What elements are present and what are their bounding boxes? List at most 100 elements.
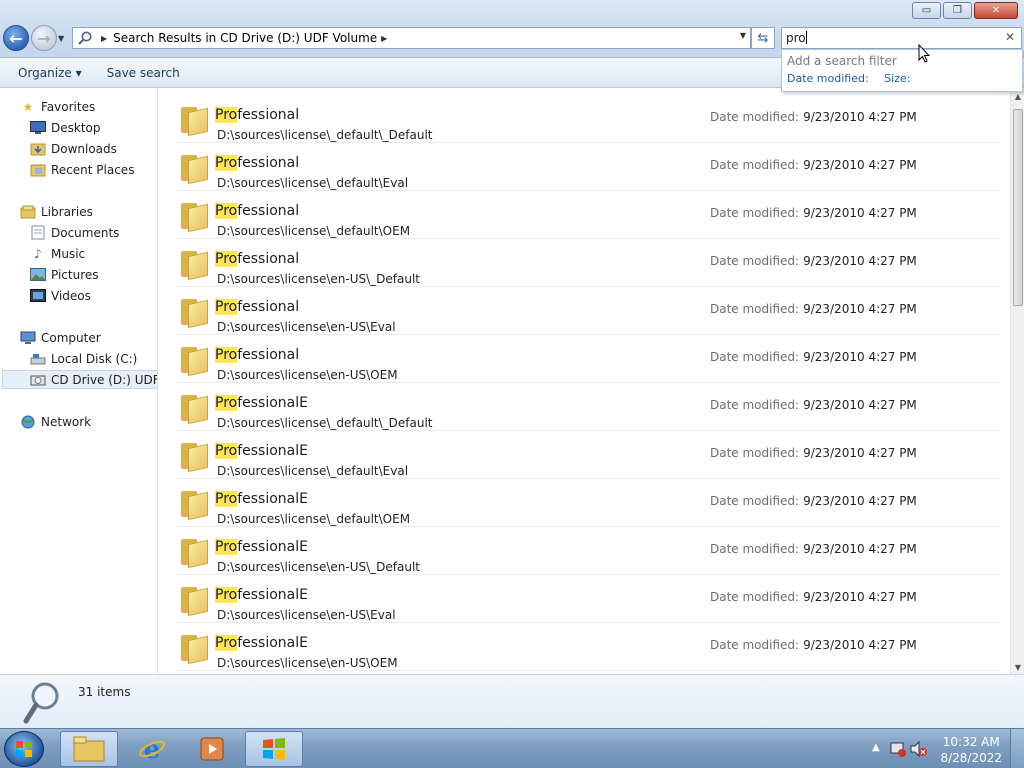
clear-search-icon[interactable]: ✕ [1005, 30, 1015, 44]
date-label: Date modified: [710, 446, 800, 460]
show-desktop-button[interactable] [1010, 729, 1024, 768]
documents-icon [30, 225, 46, 240]
result-name[interactable]: ProfessionalE [215, 587, 308, 603]
result-name[interactable]: Professional [215, 299, 299, 315]
result-name[interactable]: Professional [215, 347, 299, 363]
show-hidden-icons-icon[interactable]: ▲ [872, 742, 880, 753]
recent-pages-dropdown[interactable]: ▼ [58, 34, 64, 43]
match-highlight: Pro [215, 155, 238, 171]
match-highlight: Pro [215, 395, 238, 411]
nav-recent-places[interactable]: Recent Places [30, 160, 134, 179]
forward-button[interactable]: → [31, 25, 57, 51]
nav-desktop[interactable]: Desktop [30, 118, 101, 137]
folder-icon [179, 633, 209, 665]
nav-network[interactable]: Network [20, 412, 91, 431]
nav-pictures[interactable]: Pictures [30, 265, 99, 284]
name-remainder: fessionalE [237, 539, 308, 555]
close-button[interactable]: ✕ [974, 2, 1018, 19]
result-row[interactable]: ProfessionalE D:\sources\license\_default… [177, 431, 999, 479]
nav-local-disk-c[interactable]: Local Disk (C:) [30, 349, 137, 368]
taskbar-media-player[interactable] [183, 731, 241, 767]
nav-videos[interactable]: Videos [30, 286, 91, 305]
nav-cd-drive-d[interactable]: CD Drive (D:) UDF Volume [2, 370, 157, 389]
result-name[interactable]: Professional [215, 251, 299, 267]
restore-button[interactable]: ❐ [943, 2, 972, 19]
explorer-folder-icon [73, 736, 105, 762]
pictures-icon [30, 268, 46, 282]
result-row[interactable]: ProfessionalE D:\sources\license\en-US\Ev… [177, 575, 999, 623]
recent-places-icon [30, 163, 46, 177]
taskbar-explorer[interactable] [60, 731, 118, 767]
result-path: D:\sources\license\en-US\OEM [217, 368, 398, 382]
results-scrollbar[interactable]: ▲ ▼ [1010, 89, 1024, 674]
result-path: D:\sources\license\en-US\_Default [217, 272, 421, 286]
search-filter-list: Date modified: Size: [787, 72, 1017, 85]
nav-label: Favorites [41, 99, 96, 114]
system-clock[interactable]: 10:32 AM 8/28/2022 [940, 734, 1002, 766]
taskbar-windows-app[interactable] [245, 731, 303, 767]
filter-date-modified[interactable]: Date modified: [787, 72, 869, 85]
result-row[interactable]: Professional D:\sources\license\en-US\_De… [177, 239, 999, 287]
save-search-button[interactable]: Save search [107, 66, 180, 80]
minimize-button[interactable]: ▭ [912, 2, 941, 19]
nav-favorites[interactable]: ★ Favorites [20, 97, 96, 116]
name-remainder: fessionalE [237, 395, 308, 411]
result-row[interactable]: ProfessionalE D:\sources\license\_default… [177, 383, 999, 431]
back-button[interactable]: ← [3, 25, 29, 51]
date-value: 9/23/2010 4:27 PM [803, 350, 917, 364]
result-row[interactable]: Professional D:\sources\license\en-US\OEM… [177, 335, 999, 383]
network-icon [20, 415, 36, 429]
result-row[interactable]: Professional D:\sources\license\_default\… [177, 143, 999, 191]
result-row[interactable]: Professional D:\sources\license\en-US\Eva… [177, 287, 999, 335]
result-name[interactable]: Professional [215, 107, 299, 123]
result-row[interactable]: Professional D:\sources\license\_default\… [177, 191, 999, 239]
result-name[interactable]: ProfessionalE [215, 539, 308, 555]
date-value: 9/23/2010 4:27 PM [803, 110, 917, 124]
result-name[interactable]: ProfessionalE [215, 635, 308, 651]
scroll-down-icon[interactable]: ▼ [1011, 660, 1024, 674]
result-name[interactable]: Professional [215, 203, 299, 219]
nav-downloads[interactable]: Downloads [30, 139, 117, 158]
folder-icon [179, 345, 209, 377]
nav-label: Pictures [51, 267, 99, 282]
folder-icon [179, 153, 209, 185]
scroll-thumb[interactable] [1013, 109, 1023, 306]
search-input[interactable]: pro ✕ [781, 27, 1022, 49]
refresh-button[interactable]: ⇆ [751, 27, 775, 49]
result-row[interactable]: ProfessionalE D:\sources\license\_default… [177, 479, 999, 527]
nav-label: Computer [41, 330, 101, 345]
libraries-icon [20, 205, 36, 219]
organize-menu-button[interactable]: Organize ▾ [18, 66, 82, 80]
nav-label: Network [41, 414, 92, 429]
result-name[interactable]: ProfessionalE [215, 395, 308, 411]
breadcrumb-chevron-icon[interactable]: ▶ [381, 34, 387, 43]
taskbar-internet-explorer[interactable]: e [123, 731, 181, 767]
result-row[interactable]: Professional D:\sources\license\_default\… [177, 95, 999, 143]
date-value: 9/23/2010 4:27 PM [803, 254, 917, 268]
breadcrumb-separator-icon[interactable]: ▶ [101, 34, 107, 43]
filter-size[interactable]: Size: [884, 72, 910, 85]
text-caret [805, 31, 807, 44]
result-date: Date modified: 9/23/2010 4:27 PM [710, 302, 917, 316]
start-button[interactable] [4, 731, 44, 767]
result-name[interactable]: ProfessionalE [215, 443, 308, 459]
nav-libraries[interactable]: Libraries [20, 202, 93, 221]
address-bar[interactable]: ▶ Search Results in CD Drive (D:) UDF Vo… [72, 27, 751, 49]
nav-label: Documents [51, 225, 120, 240]
refresh-icon: ⇆ [757, 30, 769, 46]
folder-icon [179, 249, 209, 281]
date-label: Date modified: [710, 110, 800, 124]
local-disk-icon [30, 352, 46, 366]
address-dropdown-icon[interactable]: ▼ [740, 31, 746, 40]
nav-documents[interactable]: Documents [30, 223, 119, 242]
result-name[interactable]: ProfessionalE [215, 491, 308, 507]
speaker-muted-icon[interactable] [910, 740, 928, 760]
result-row[interactable]: ProfessionalE D:\sources\license\en-US\OE… [177, 623, 999, 671]
nav-computer[interactable]: Computer [20, 328, 101, 347]
nav-music[interactable]: ♪ Music [30, 244, 85, 263]
folder-icon [179, 537, 209, 569]
action-center-icon[interactable] [890, 741, 906, 760]
result-row[interactable]: ProfessionalE D:\sources\license\en-US\_D… [177, 527, 999, 575]
result-name[interactable]: Professional [215, 155, 299, 171]
breadcrumb[interactable]: Search Results in CD Drive (D:) UDF Volu… [113, 31, 377, 45]
